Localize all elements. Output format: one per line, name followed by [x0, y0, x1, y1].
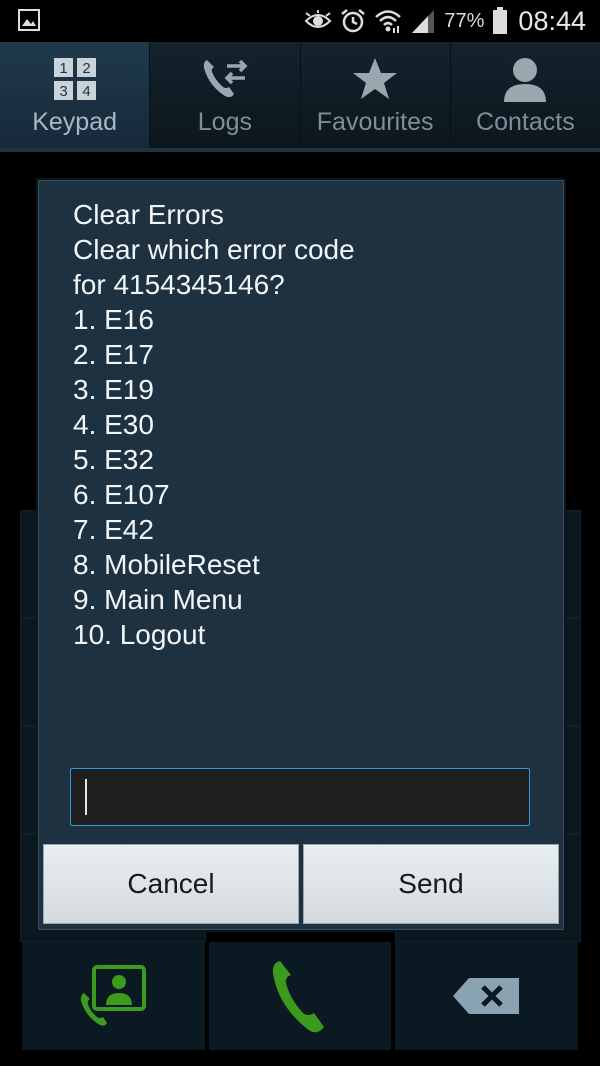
- menu-option: 4. E30: [73, 409, 154, 440]
- phone-call-icon: [272, 961, 324, 1033]
- menu-option: 7. E42: [73, 514, 154, 545]
- dialer-action-bar: [20, 942, 580, 1050]
- menu-option: 1. E16: [73, 304, 154, 335]
- alarm-icon: [341, 9, 366, 33]
- dialog-text-line: Clear Errors: [73, 199, 224, 230]
- svg-text:1: 1: [59, 60, 67, 77]
- menu-option: 9. Main Menu: [73, 584, 243, 615]
- status-bar: 77% 08:44: [0, 0, 600, 42]
- reply-input[interactable]: [70, 768, 530, 826]
- tab-label: Logs: [197, 108, 252, 136]
- tab-contacts[interactable]: Contacts: [449, 42, 600, 148]
- star-icon: [352, 56, 398, 102]
- dialog-text-line: Clear which error code: [73, 234, 355, 265]
- send-button[interactable]: Send: [303, 844, 559, 924]
- svg-text:2: 2: [82, 60, 90, 77]
- tab-label: Contacts: [476, 108, 575, 136]
- keypad-icon: 1 2 3 4: [53, 56, 97, 102]
- backspace-icon: [452, 978, 519, 1014]
- tab-label: Keypad: [32, 108, 118, 136]
- eye-icon: [304, 10, 332, 28]
- menu-option: 10. Logout: [73, 619, 206, 650]
- video-call-button[interactable]: [22, 942, 205, 1050]
- ussd-dialog: Clear Errors Clear which error code for 41…: [38, 180, 564, 930]
- clock: 08:44: [518, 5, 586, 36]
- menu-option: 6. E107: [73, 479, 170, 510]
- svg-text:3: 3: [59, 83, 67, 100]
- menu-option: 2. E17: [73, 339, 154, 370]
- gallery-icon: [18, 9, 40, 31]
- call-button[interactable]: [208, 942, 392, 1050]
- contact-icon: [502, 56, 548, 102]
- menu-option: 3. E19: [73, 374, 154, 405]
- tab-keypad[interactable]: 1 2 3 4 Keypad: [0, 42, 150, 148]
- menu-option: 5. E32: [73, 444, 154, 475]
- backspace-button[interactable]: [395, 942, 579, 1050]
- tab-label: Favourites: [316, 108, 434, 136]
- menu-option: 8. MobileReset: [73, 549, 260, 580]
- dialog-text-line: for 4154345146?: [73, 269, 285, 300]
- dialer-tabs: 1 2 3 4 Keypad Logs Favourites Contacts: [0, 42, 600, 152]
- video-call-contact-icon: [81, 965, 147, 1026]
- tab-logs[interactable]: Logs: [149, 42, 300, 148]
- svg-text:4: 4: [82, 83, 90, 100]
- battery-icon: [493, 7, 508, 34]
- wifi-icon: [375, 10, 402, 33]
- cancel-button[interactable]: Cancel: [43, 844, 299, 924]
- tab-favourites[interactable]: Favourites: [299, 42, 450, 148]
- dialog-message: Clear Errors Clear which error code for 41…: [73, 197, 543, 652]
- signal-icon: [412, 10, 435, 33]
- dialog-buttons: Cancel Send: [41, 844, 561, 924]
- text-cursor: [85, 779, 87, 815]
- call-log-icon: [201, 56, 249, 102]
- battery-percent: 77%: [444, 9, 485, 32]
